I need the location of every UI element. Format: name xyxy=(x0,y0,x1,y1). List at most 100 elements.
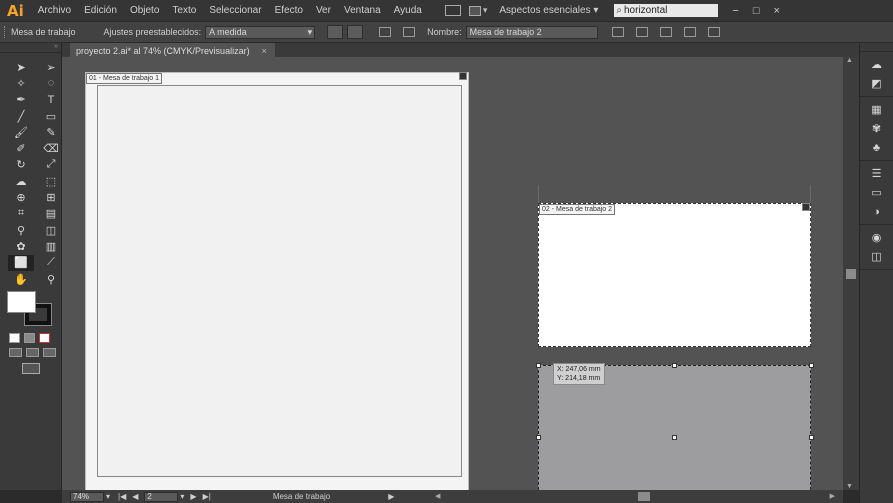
move-copy-artwork-icon[interactable] xyxy=(611,27,624,37)
portrait-button[interactable] xyxy=(327,25,344,39)
search-input[interactable]: ⌕ horizontal xyxy=(614,4,719,17)
horizontal-scroll-thumb[interactable] xyxy=(638,492,650,501)
preset-select[interactable]: A medida ▾ xyxy=(205,25,316,39)
control-bar-grip[interactable] xyxy=(4,26,7,38)
artboard-2[interactable] xyxy=(538,203,811,347)
show-cross-hairs-icon[interactable] xyxy=(659,27,672,37)
line-icon[interactable]: ╱ xyxy=(8,108,34,124)
gradient-icon[interactable]: ▤ xyxy=(38,206,64,222)
menu-texto[interactable]: Texto xyxy=(172,5,196,16)
free-transform-icon[interactable]: ⬚ xyxy=(38,173,64,189)
symbols-panel-icon[interactable]: ♣ xyxy=(860,138,893,157)
horizontal-scrollbar[interactable]: ◀ ▶ xyxy=(435,492,835,501)
column-graph-icon[interactable]: ▥ xyxy=(38,238,64,254)
resize-handle[interactable] xyxy=(672,363,677,368)
artboard-2-label[interactable]: 02 - Mesa de trabajo 2 xyxy=(539,204,616,215)
landscape-button[interactable] xyxy=(347,25,364,39)
artboard-1[interactable] xyxy=(85,72,469,490)
close-tab-icon[interactable]: × xyxy=(262,46,267,56)
menu-efecto[interactable]: Efecto xyxy=(275,5,303,16)
mesh-icon[interactable]: ⌗ xyxy=(8,206,34,222)
page-dropdown-icon[interactable]: ▾ xyxy=(180,492,184,501)
warp-icon[interactable]: ☁ xyxy=(8,173,34,189)
workspace-switcher[interactable]: Aspectos esenciales ▾ xyxy=(499,5,604,16)
delete-artboard-icon[interactable] xyxy=(403,27,416,37)
close-button[interactable]: × xyxy=(773,5,779,17)
zoom-icon[interactable]: ⚲ xyxy=(38,271,64,287)
scroll-down-icon[interactable]: ▼ xyxy=(846,483,853,490)
hand-icon[interactable]: ✋ xyxy=(8,271,34,287)
menu-ventana[interactable]: Ventana xyxy=(344,5,381,16)
resize-handle[interactable] xyxy=(809,435,814,440)
stroke-panel-icon[interactable]: ☰ xyxy=(860,164,893,183)
blob-brush-icon[interactable]: ✐ xyxy=(8,140,34,156)
graphic-styles-panel-icon[interactable]: ◫ xyxy=(860,247,893,266)
minimize-button[interactable]: − xyxy=(732,5,738,17)
eyedropper-icon[interactable]: ⚲ xyxy=(8,222,34,238)
eraser-icon[interactable]: ⌫ xyxy=(38,140,64,156)
menu-archivo[interactable]: Archivo xyxy=(38,5,71,16)
zoom-dropdown-icon[interactable]: ▾ xyxy=(106,492,110,501)
artboard-2-close-icon[interactable] xyxy=(802,203,810,211)
status-text[interactable]: Mesa de trabajo xyxy=(273,492,330,501)
gradient-button[interactable] xyxy=(24,333,35,343)
new-artboard-icon[interactable] xyxy=(379,27,392,37)
scale-icon[interactable]: ⤢ xyxy=(38,157,64,173)
zoom-field[interactable]: 74% xyxy=(70,491,104,502)
first-page-icon[interactable]: |◀ xyxy=(118,492,126,501)
selection-icon[interactable]: ➤ xyxy=(8,59,34,75)
draw-normal-button[interactable] xyxy=(9,348,22,357)
document-tab[interactable]: proyecto 2.ai* al 74% (CMYK/Previsualiza… xyxy=(70,43,275,57)
bridge-icon[interactable] xyxy=(444,5,461,16)
transparency-panel-icon[interactable]: ◑ xyxy=(860,202,893,221)
magic-wand-icon[interactable]: ✧ xyxy=(8,75,34,91)
fill-swatch[interactable] xyxy=(7,291,36,313)
menu-seleccionar[interactable]: Seleccionar xyxy=(209,5,261,16)
symbol-sprayer-icon[interactable]: ✿ xyxy=(8,238,34,254)
rectangle-icon[interactable]: ▭ xyxy=(38,108,64,124)
next-page-icon[interactable]: ▶ xyxy=(190,492,196,501)
artboard-options-icon[interactable] xyxy=(707,27,720,37)
status-menu-icon[interactable]: ▶ xyxy=(388,492,394,501)
vertical-scrollbar[interactable]: ▲ ▼ xyxy=(843,57,859,490)
artboard-icon[interactable]: ⬜ xyxy=(8,254,34,271)
shape-builder-icon[interactable]: ⊕ xyxy=(8,189,34,205)
artboard-1-label[interactable]: 01 - Mesa de trabajo 1 xyxy=(86,73,163,84)
rotate-icon[interactable]: ↻ xyxy=(8,157,34,173)
arrange-documents-icon[interactable]: ▾ xyxy=(468,5,487,16)
direct-selection-icon[interactable]: ➢ xyxy=(38,59,64,75)
gradient-panel-icon[interactable]: ▭ xyxy=(860,183,893,202)
draw-behind-button[interactable] xyxy=(26,348,39,357)
resize-handle[interactable] xyxy=(536,363,541,368)
prev-page-icon[interactable]: ◀ xyxy=(132,492,138,501)
color-button[interactable] xyxy=(9,333,20,343)
panel-dock-header[interactable] xyxy=(860,43,893,52)
resize-handle[interactable] xyxy=(809,363,814,368)
color-panel-icon[interactable]: ☁ xyxy=(860,55,893,74)
scroll-left-icon[interactable]: ◀ xyxy=(435,492,440,500)
menu-ayuda[interactable]: Ayuda xyxy=(394,5,422,16)
last-page-icon[interactable]: ▶| xyxy=(203,492,211,501)
type-icon[interactable]: T xyxy=(38,92,64,108)
paintbrush-icon[interactable]: 🖌 xyxy=(8,124,34,140)
pencil-icon[interactable]: ✎ xyxy=(38,124,64,140)
menu-ver[interactable]: Ver xyxy=(316,5,331,16)
vertical-scroll-thumb[interactable] xyxy=(846,269,856,279)
brushes-panel-icon[interactable]: ✾ xyxy=(860,119,893,138)
resize-handle[interactable] xyxy=(536,435,541,440)
color-guide-icon[interactable]: ◩ xyxy=(860,74,893,93)
draw-inside-button[interactable] xyxy=(43,348,56,357)
screen-mode-button[interactable] xyxy=(22,363,40,374)
swatches-panel-icon[interactable]: ▦ xyxy=(860,100,893,119)
menu-edicion[interactable]: Edición xyxy=(84,5,117,16)
scroll-up-icon[interactable]: ▲ xyxy=(846,57,853,64)
scroll-right-icon[interactable]: ▶ xyxy=(830,492,835,500)
menu-objeto[interactable]: Objeto xyxy=(130,5,159,16)
tools-panel-header[interactable]: » xyxy=(0,43,61,53)
appearance-panel-icon[interactable]: ◉ xyxy=(860,228,893,247)
show-video-safe-areas-icon[interactable] xyxy=(683,27,696,37)
maximize-button[interactable]: □ xyxy=(753,5,760,17)
show-center-mark-icon[interactable] xyxy=(635,27,648,37)
page-field[interactable]: 2 xyxy=(144,491,179,502)
artboard-name-field[interactable]: Mesa de trabajo 2 xyxy=(465,25,598,39)
